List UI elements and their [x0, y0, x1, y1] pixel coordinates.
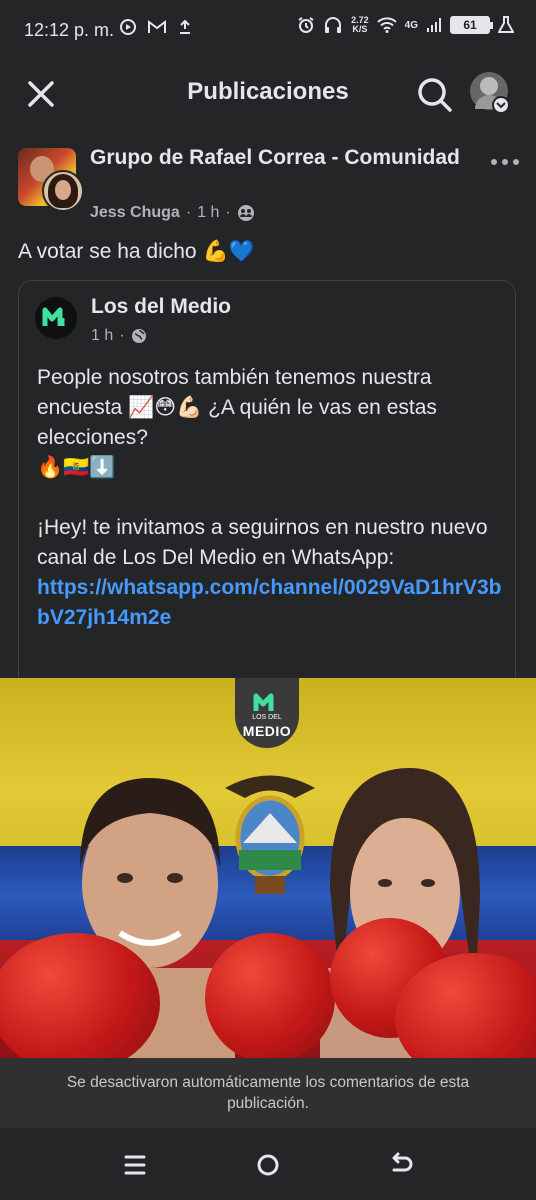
avatar-head [480, 77, 498, 95]
logo-line2: MEDIO [242, 723, 292, 739]
globe-icon [131, 329, 146, 343]
more-options-button[interactable] [486, 152, 524, 172]
shared-text-spacer [37, 483, 507, 513]
los-del-medio-m-icon [253, 693, 274, 711]
chevron-down-icon [492, 96, 510, 114]
flask-icon [498, 16, 514, 33]
los-del-medio-logo-icon [42, 307, 65, 326]
status-time: 12:12 p. m. [24, 20, 115, 40]
recent-apps-icon[interactable] [120, 1150, 150, 1180]
system-icons: 2.72 K/S 4G 61 [297, 16, 514, 34]
post-meta: Jess Chuga · 1 h · [90, 204, 255, 222]
signal-icon [427, 18, 441, 32]
net-speed-unit: K/S [352, 24, 368, 34]
headphones-icon [325, 17, 342, 33]
group-members-icon [237, 205, 254, 221]
alarm-icon [298, 17, 314, 33]
page-title: Publicaciones [187, 78, 349, 105]
profile-avatar-button[interactable] [470, 72, 510, 114]
author-avatar-face [55, 180, 71, 200]
notification-icons [120, 19, 192, 35]
whatsapp-channel-link[interactable]: https://whatsapp.com/channel/0029VaD1hrV… [37, 576, 501, 629]
author-avatar[interactable] [42, 170, 84, 212]
home-icon[interactable] [253, 1150, 283, 1180]
search-icon[interactable] [414, 74, 454, 114]
battery-icon: 61 [450, 16, 493, 34]
dot-icon [491, 159, 497, 165]
los-del-medio-logo: LOS DEL MEDIO [235, 678, 299, 748]
shared-post-card[interactable]: Los del Medio 1 h · People nosotros tamb… [18, 280, 516, 680]
youtube-music-icon [120, 19, 136, 35]
shared-meta-separator: · [119, 327, 125, 344]
top-app-bar: Publicaciones [0, 62, 536, 124]
logo-line1: LOS DEL [252, 714, 282, 721]
shared-post-body: People nosotros también tenemos nuestra … [37, 363, 507, 633]
group-name[interactable]: Grupo de Rafael Correa - Comunidad [90, 144, 470, 172]
system-navigation-bar [0, 1128, 536, 1200]
post-image[interactable]: LOS DEL MEDIO [0, 678, 536, 1058]
upload-icon [180, 19, 190, 34]
shared-post-time[interactable]: 1 h [91, 327, 113, 345]
boxing-glove-left-2 [205, 933, 335, 1058]
post-text: A votar se ha dicho 💪💙 [18, 240, 255, 263]
back-icon[interactable] [386, 1150, 416, 1180]
shared-text-line2: 🔥🇪🇨⬇️ [37, 456, 116, 479]
meta-separator-2: · [225, 204, 231, 221]
meta-separator: · [185, 204, 192, 221]
author-name[interactable]: Jess Chuga [90, 204, 180, 222]
network-type: 4G [404, 19, 418, 31]
post-time[interactable]: 1 h [197, 204, 219, 222]
shared-post-meta: 1 h · [91, 327, 147, 345]
gmail-icon [148, 20, 166, 33]
shared-page-name[interactable]: Los del Medio [91, 295, 231, 319]
post-header: Grupo de Rafael Correa - Comunidad Jess … [0, 144, 536, 236]
comments-disabled-notice: Se desactivaron automáticamente los come… [0, 1058, 536, 1128]
wifi-icon [376, 17, 397, 33]
dot-icon [513, 159, 519, 165]
dot-icon [502, 159, 508, 165]
status-bar: 12:12 p. m. 2.72 K/S 4G 61 [0, 0, 536, 62]
page-avatar[interactable] [35, 297, 77, 339]
shared-text-line1: People nosotros también tenemos nuestra … [37, 366, 437, 449]
net-speed: 2.72 K/S [351, 16, 369, 34]
shared-text-line3: ¡Hey! te invitamos a seguirnos en nuestr… [37, 516, 488, 569]
